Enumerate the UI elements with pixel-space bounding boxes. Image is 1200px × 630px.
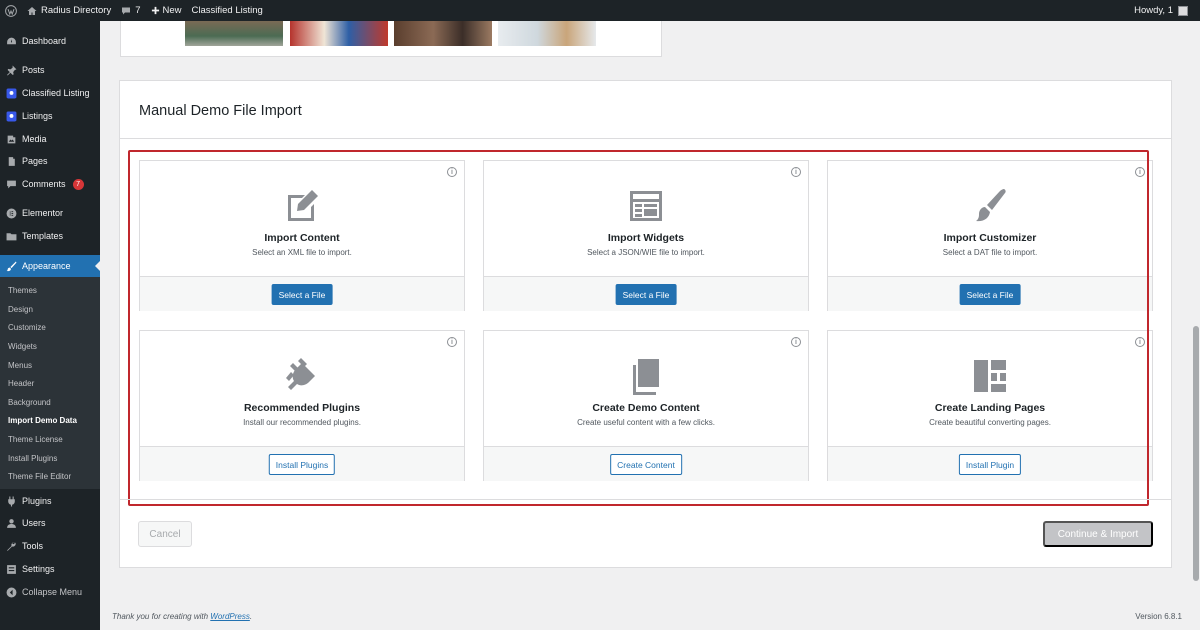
dashboard-icon	[6, 36, 17, 47]
demo-thumbnail[interactable]	[498, 21, 596, 46]
avatar	[1178, 5, 1188, 16]
new-label: New	[162, 5, 182, 16]
menu-classified-listing[interactable]: Classified Listing	[0, 82, 100, 104]
menu-templates[interactable]: Templates	[0, 225, 100, 247]
elementor-icon	[6, 208, 17, 219]
scrollbar-thumb[interactable]	[1193, 326, 1199, 581]
submenu-theme-file-editor[interactable]: Theme File Editor	[8, 472, 71, 481]
page-title: Manual Demo File Import	[139, 103, 302, 119]
demo-thumbnail[interactable]	[290, 21, 388, 46]
submenu-import-demo-data[interactable]: Import Demo Data	[8, 416, 77, 425]
admin-bar: Radius Directory 7 New Classified Listin…	[0, 0, 1200, 21]
submenu-install-plugins[interactable]: Install Plugins	[8, 454, 57, 463]
demo-thumbnails-panel	[120, 21, 662, 57]
folder-icon	[6, 231, 17, 242]
menu-label: Elementor	[22, 208, 64, 218]
menu-label: Templates	[22, 231, 64, 241]
wordpress-link[interactable]: WordPress	[210, 612, 250, 621]
comments-link[interactable]: 7	[116, 0, 145, 21]
menu-posts[interactable]: Posts	[0, 59, 100, 81]
cancel-button[interactable]: Cancel	[138, 521, 192, 547]
menu-label: Collapse Menu	[22, 587, 83, 597]
manual-import-panel: Manual Demo File Import i Import Content…	[119, 80, 1172, 568]
comments-icon	[6, 179, 17, 190]
footer-text: .	[249, 612, 253, 621]
submenu-customize[interactable]: Customize	[8, 323, 46, 332]
collapse-icon	[6, 587, 17, 598]
footer-thanks: Thank you for creating with WordPress.	[112, 612, 252, 621]
menu-label: Plugins	[22, 496, 52, 506]
classified-listing-link[interactable]: Classified Listing	[187, 0, 268, 21]
menu-label: Pages	[22, 156, 48, 166]
demo-thumbnail[interactable]	[394, 21, 492, 46]
menu-plugins[interactable]: Plugins	[0, 490, 100, 512]
menu-label: Comments	[22, 179, 66, 189]
menu-tools[interactable]: Tools	[0, 535, 100, 557]
settings-icon	[6, 564, 17, 575]
menu-label: Settings	[22, 564, 55, 574]
submenu-themes[interactable]: Themes	[8, 286, 37, 295]
site-name: Radius Directory	[41, 5, 112, 16]
listings-icon	[6, 111, 17, 122]
menu-label: Classified Listing	[22, 88, 90, 98]
submenu-background[interactable]: Background	[8, 398, 51, 407]
wordpress-logo-icon[interactable]	[0, 0, 22, 21]
admin-sidebar: Dashboard Posts Classified Listing Listi…	[0, 21, 100, 630]
menu-appearance[interactable]: Appearance	[0, 255, 100, 277]
continue-import-button[interactable]: Continue & Import	[1043, 521, 1153, 547]
highlight-annotation	[128, 150, 1149, 506]
new-content-link[interactable]: New	[146, 0, 187, 21]
collapse-menu-button[interactable]: Collapse Menu	[0, 581, 100, 603]
scrollbar[interactable]	[1192, 21, 1200, 630]
menu-users[interactable]: Users	[0, 512, 100, 534]
submenu-header[interactable]: Header	[8, 379, 34, 388]
appearance-submenu: Themes Design Customize Widgets Menus He…	[0, 277, 100, 489]
submenu-design[interactable]: Design	[8, 305, 33, 314]
footer-version: Version 6.8.1	[1135, 612, 1182, 621]
menu-dashboard[interactable]: Dashboard	[0, 30, 100, 52]
comments-badge: 7	[72, 178, 84, 190]
submenu-theme-license[interactable]: Theme License	[8, 435, 63, 444]
menu-label: Media	[22, 134, 47, 144]
menu-label: Tools	[22, 541, 44, 551]
divider	[120, 499, 1171, 500]
menu-label: Posts	[22, 65, 45, 75]
submenu-widgets[interactable]: Widgets	[8, 342, 37, 351]
howdy-text: Howdy, 1	[1134, 5, 1173, 16]
menu-comments[interactable]: Comments 7	[0, 173, 100, 195]
comments-count: 7	[135, 5, 141, 16]
my-account[interactable]: Howdy, 1	[1134, 0, 1188, 21]
demo-thumbnail[interactable]	[185, 21, 283, 46]
divider	[120, 138, 1171, 139]
menu-elementor[interactable]: Elementor	[0, 202, 100, 224]
pages-icon	[6, 156, 17, 167]
menu-label: Users	[22, 518, 46, 528]
menu-label: Listings	[22, 111, 53, 121]
classified-listing-icon	[6, 88, 17, 99]
menu-label: Appearance	[22, 261, 71, 271]
footer-text: Thank you for creating with	[112, 612, 211, 621]
comment-icon	[122, 7, 131, 14]
menu-listings[interactable]: Listings	[0, 105, 100, 127]
classified-label: Classified Listing	[191, 5, 263, 16]
menu-pages[interactable]: Pages	[0, 150, 100, 172]
submenu-menus[interactable]: Menus	[8, 361, 32, 370]
pin-icon	[6, 65, 17, 76]
paintbrush-icon	[6, 261, 17, 272]
plus-icon	[151, 6, 159, 15]
users-icon	[6, 518, 17, 529]
menu-settings[interactable]: Settings	[0, 558, 100, 580]
home-icon	[27, 6, 37, 15]
site-name-link[interactable]: Radius Directory	[22, 0, 116, 21]
menu-label: Dashboard	[22, 36, 67, 46]
menu-media[interactable]: Media	[0, 128, 100, 150]
wrench-icon	[6, 541, 17, 552]
plugin-icon	[6, 496, 17, 507]
media-icon	[6, 134, 17, 145]
